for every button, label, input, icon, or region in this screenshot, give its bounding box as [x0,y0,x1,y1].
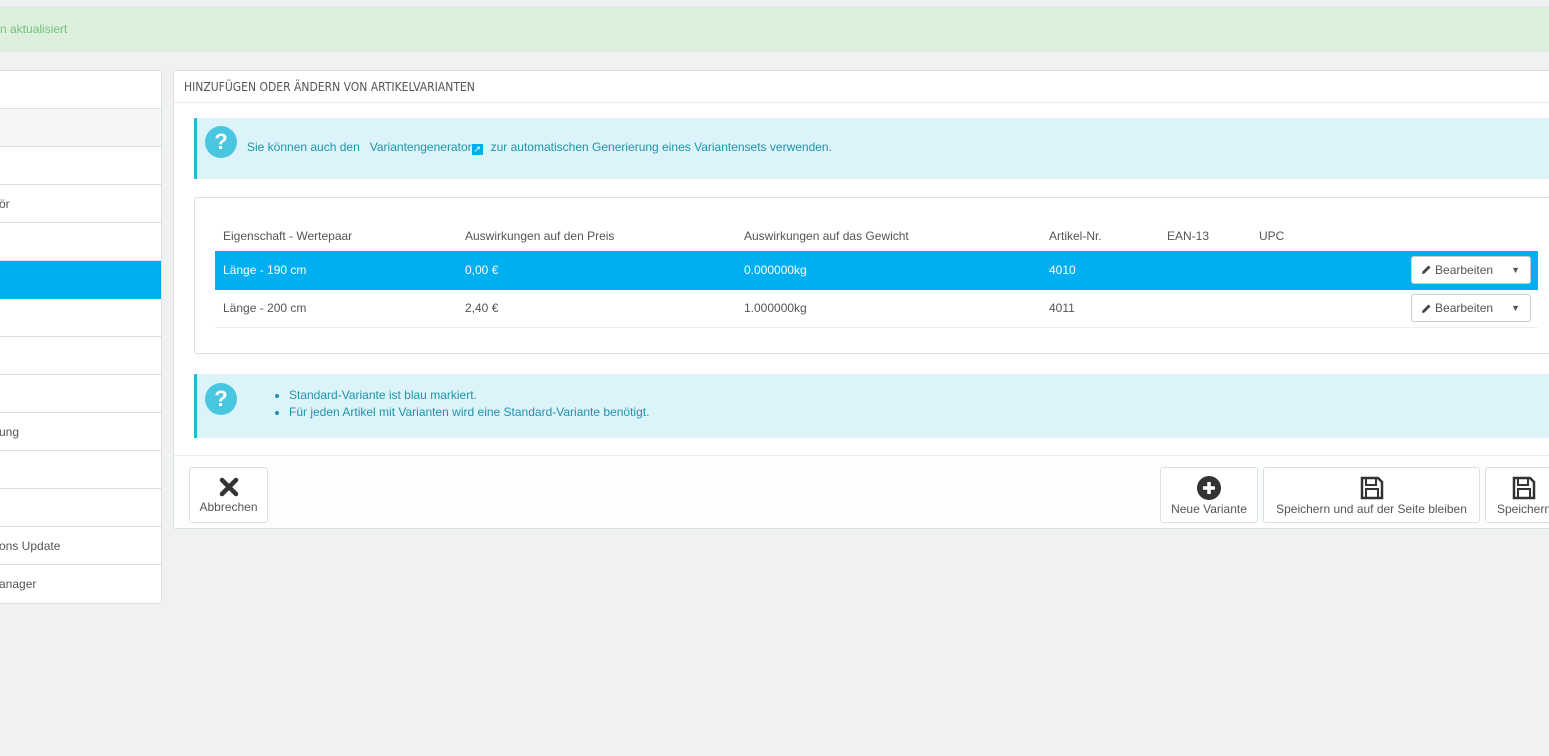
sidebar-item-label: ör [0,197,10,211]
new-variant-button-label: Neue Variante [1171,502,1247,516]
ean-cell [1159,289,1251,328]
pencil-icon [1422,304,1431,313]
cancel-button[interactable]: Abbrechen [189,467,268,523]
sidebar-item-label: anager [0,577,37,591]
close-icon [219,477,238,497]
table-row[interactable]: Länge - 200 cm 2,40 € 1.000000kg 4011 Be… [215,289,1538,328]
generator-info-box: ? Sie können auch den Variantengenerator ↗… [194,118,1549,179]
sidebar-item-combinations[interactable] [0,261,161,299]
success-alert-text: n aktualisiert [0,22,68,36]
info-list: Standard-Variante ist blau markiert. Für… [267,387,649,421]
column-header: Auswirkungen auf das Gewicht [744,229,909,243]
save-button-label: Speichern [1496,502,1549,516]
panel-footer: Abbrechen Neue Variante Speichern und au… [174,455,1549,528]
info-suffix: zur automatischen Generierung eines Vari… [490,140,832,154]
save-icon [1512,476,1536,500]
sidebar-item[interactable] [0,223,161,261]
edit-button[interactable]: Bearbeiten [1412,263,1501,277]
plus-circle-icon [1197,476,1221,500]
attribute-cell: Länge - 190 cm [215,251,457,290]
reference-cell: 4010 [1041,251,1159,290]
table-row[interactable]: Länge - 190 cm 0,00 € 0.000000kg 4010 Be… [215,251,1538,290]
sidebar-item[interactable]: anager [0,565,161,603]
edit-button-label: Bearbeiten [1435,262,1494,277]
column-header: EAN-13 [1167,229,1210,243]
generator-info-text: Sie können auch den Variantengenerator ↗ zu… [247,140,832,155]
combinations-table-wrapper: Eigenschaft - Wertepaar Auswirkungen auf… [194,197,1549,354]
edit-button[interactable]: Bearbeiten [1412,301,1501,315]
upc-cell [1251,251,1331,290]
sidebar-item[interactable] [0,147,161,185]
weight-cell: 0.000000kg [736,251,1041,290]
actions-cell: Bearbeiten ▼ [1331,251,1538,290]
attribute-cell: Länge - 200 cm [215,289,457,328]
sidebar-item[interactable]: ons Update [0,527,161,565]
edit-button-group: Bearbeiten ▼ [1411,255,1531,284]
caret-down-icon[interactable]: ▼ [1501,303,1530,313]
panel-title: HINZUFÜGEN ODER ÄNDERN VON ARTIKELVARIAN… [174,71,1549,103]
column-header: Eigenschaft - Wertepaar [223,229,353,243]
info-list-item: Für jeden Artikel mit Varianten wird ein… [289,404,649,421]
variant-generator-link-label: Variantengenerator [369,140,472,154]
column-header: UPC [1259,229,1285,243]
sidebar: ör ung ons Update anager [0,70,162,604]
sidebar-item-label: ons Update [0,539,61,553]
sidebar-item[interactable] [0,489,161,527]
combinations-table: Eigenschaft - Wertepaar Auswirkungen auf… [215,221,1538,328]
reference-cell: 4011 [1041,289,1159,328]
sidebar-item[interactable] [0,299,161,337]
ean-cell [1159,251,1251,290]
sidebar-item[interactable] [0,451,161,489]
price-cell: 2,40 € [457,289,736,328]
default-variant-info-box: ? Standard-Variante ist blau markiert. F… [194,374,1549,438]
sidebar-item[interactable] [0,337,161,375]
weight-cell: 1.000000kg [736,289,1041,328]
save-icon [1360,476,1383,500]
info-prefix: Sie können auch den [247,140,360,154]
sidebar-item[interactable] [0,375,161,413]
upc-cell [1251,289,1331,328]
actions-cell: Bearbeiten ▼ [1331,289,1538,328]
question-icon: ? [205,383,237,415]
new-variant-button[interactable]: Neue Variante [1160,467,1258,523]
sidebar-item[interactable] [0,109,161,147]
sidebar-item[interactable]: ör [0,185,161,223]
save-and-stay-button[interactable]: Speichern und auf der Seite bleiben [1263,467,1480,523]
edit-button-label: Bearbeiten [1435,301,1494,315]
info-list-item: Standard-Variante ist blau markiert. [289,387,649,404]
sidebar-item[interactable]: ung [0,413,161,451]
column-header: Auswirkungen auf den Preis [465,229,615,243]
success-alert: n aktualisiert [0,6,1549,52]
column-header [1331,221,1538,251]
question-icon: ? [205,126,237,158]
cancel-button-label: Abbrechen [199,500,258,514]
external-link-icon: ↗ [471,144,483,155]
save-and-stay-button-label: Speichern und auf der Seite bleiben [1276,502,1467,516]
price-cell: 0,00 € [457,251,736,290]
edit-button-group: Bearbeiten ▼ [1411,294,1531,322]
sidebar-item[interactable] [0,71,161,109]
save-button[interactable]: Speichern [1485,467,1549,523]
pencil-icon [1422,265,1431,275]
variant-generator-link[interactable]: Variantengenerator ↗ [369,140,483,155]
sidebar-item-label: ung [0,425,20,439]
combinations-panel: HINZUFÜGEN ODER ÄNDERN VON ARTIKELVARIAN… [173,70,1549,529]
caret-down-icon[interactable]: ▼ [1501,265,1530,275]
table-header-row: Eigenschaft - Wertepaar Auswirkungen auf… [215,221,1538,251]
column-header: Artikel-Nr. [1049,229,1102,243]
